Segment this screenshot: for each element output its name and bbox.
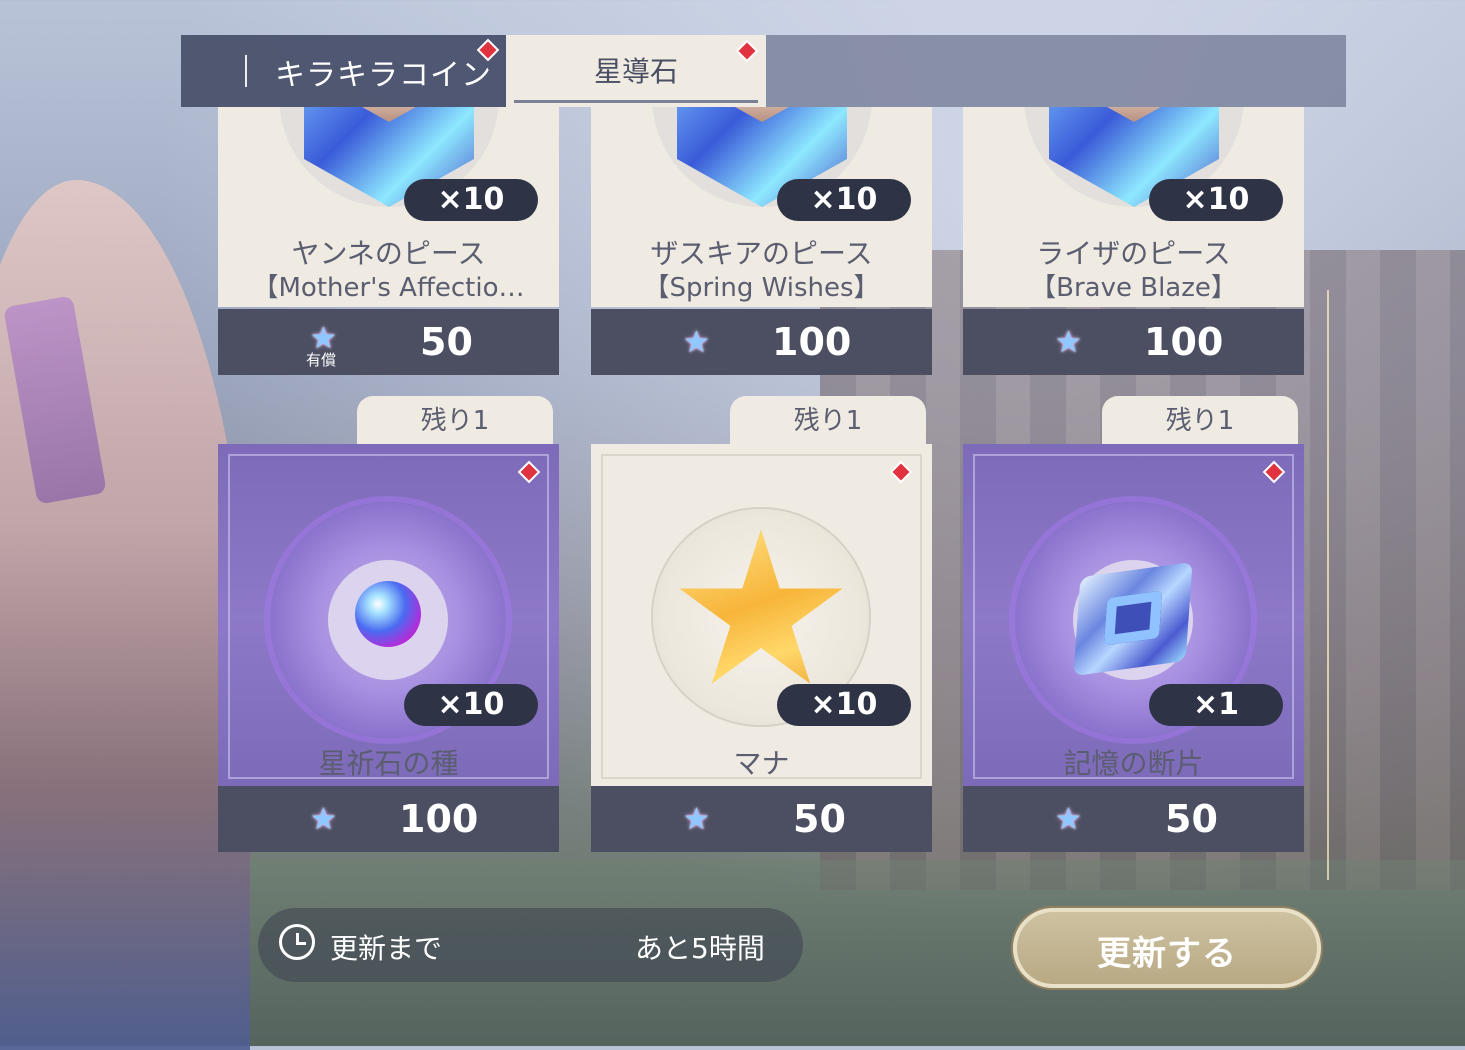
quantity-badge: ×10	[404, 684, 538, 726]
quantity-badge: ×1	[1149, 684, 1283, 726]
tab-separator	[245, 55, 247, 87]
shop-item-card[interactable]: ×10 ヤンネのピース 【Mother's Affectio… ★ 有償 50	[218, 107, 559, 375]
tab-star-stone-label: 星導石	[593, 55, 678, 88]
tab-star-stone[interactable]: 星導石	[506, 35, 766, 107]
star-stone-icon: ★	[1055, 802, 1082, 837]
scrollbar-track[interactable]	[1327, 290, 1329, 880]
item-price: 50	[420, 320, 473, 364]
card-body: ×10 星祈石の種	[218, 444, 559, 789]
star-stone-icon: ★	[310, 802, 337, 837]
tab-kirakira-coin-label: キラキラコイン	[275, 58, 492, 93]
star-stone-icon: ★	[1055, 325, 1082, 360]
item-price: 100	[772, 320, 852, 364]
price-bar: ★ 100	[963, 309, 1304, 375]
quantity-badge: ×10	[777, 179, 911, 221]
price-bar: ★ 50	[591, 786, 932, 852]
item-name: ザスキアのピース	[650, 237, 873, 270]
item-price: 50	[1165, 797, 1218, 841]
remaining-stock-tab: 残り1	[357, 396, 553, 444]
star-prayer-seed-icon	[355, 581, 421, 647]
refresh-button[interactable]: 更新する	[1013, 908, 1321, 988]
item-name: ヤンネのピース	[291, 237, 486, 270]
star-stone-icon: ★	[683, 802, 710, 837]
card-body: ×10 マナ	[591, 444, 932, 789]
memory-fragment-icon	[1073, 561, 1193, 677]
item-subtitle: 【Spring Wishes】	[643, 273, 880, 303]
shop-item-card[interactable]: ×1 記憶の断片 ★ 50	[963, 444, 1304, 852]
item-price: 100	[399, 797, 479, 841]
item-name: マナ	[733, 747, 790, 780]
quantity-badge: ×10	[404, 179, 538, 221]
quantity-badge: ×10	[777, 684, 911, 726]
remaining-stock-tab: 残り1	[1102, 396, 1298, 444]
shopkeeper-character	[0, 180, 250, 1050]
shop-item-card[interactable]: ×10 マナ ★ 50	[591, 444, 932, 852]
price-bar: ★ 100	[591, 309, 932, 375]
card-body: ×10 ヤンネのピース 【Mother's Affectio…	[218, 107, 559, 307]
refresh-timer-label: 更新まで	[330, 932, 443, 965]
character-ribbon	[3, 295, 107, 505]
shop-item-card[interactable]: ×10 星祈石の種 ★ 100	[218, 444, 559, 852]
shop-item-card[interactable]: ×10 ライザのピース 【Brave Blaze】 ★ 100	[963, 107, 1304, 375]
star-stone-icon: ★	[683, 325, 710, 360]
remaining-stock-tab: 残り1	[730, 396, 926, 444]
price-bar: ★ 有償 50	[218, 309, 559, 375]
shop-item-card[interactable]: ×10 ザスキアのピース 【Spring Wishes】 ★ 100	[591, 107, 932, 375]
item-subtitle: 【Mother's Affectio…	[252, 273, 525, 303]
tab-active-underline	[514, 100, 758, 103]
clock-icon	[279, 924, 315, 960]
item-price: 50	[793, 797, 846, 841]
card-body: ×10 ザスキアのピース 【Spring Wishes】	[591, 107, 932, 307]
item-name: ライザのピース	[1036, 237, 1231, 270]
quantity-badge: ×10	[1149, 179, 1283, 221]
card-body: ×1 記憶の断片	[963, 444, 1304, 789]
refresh-button-label: 更新する	[1097, 934, 1237, 974]
card-body: ×10 ライザのピース 【Brave Blaze】	[963, 107, 1304, 307]
paid-currency-label: 有償	[306, 351, 337, 369]
refresh-timer-value: あと5時間	[635, 932, 765, 965]
item-name: 星祈石の種	[318, 747, 459, 780]
item-price: 100	[1144, 320, 1224, 364]
price-bar: ★ 50	[963, 786, 1304, 852]
price-bar: ★ 100	[218, 786, 559, 852]
item-name: 記憶の断片	[1063, 747, 1204, 780]
item-subtitle: 【Brave Blaze】	[1030, 273, 1237, 303]
